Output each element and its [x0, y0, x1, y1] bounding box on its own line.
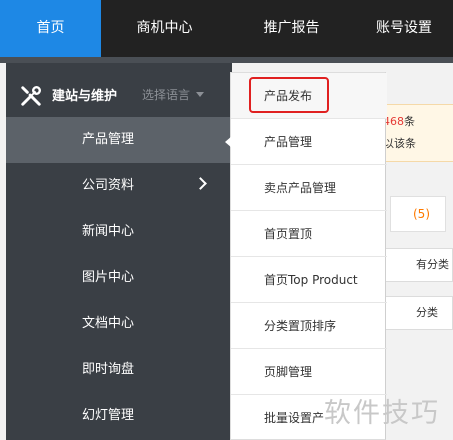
sidebar-item-news-center[interactable]: 新闻中心 — [6, 209, 232, 255]
sidebar-item-document-center[interactable]: 文档中心 — [6, 301, 232, 347]
nav-tab-promotion-report[interactable]: 推广报告 — [228, 0, 355, 57]
nav-tab-account-settings[interactable]: 账号设置 — [355, 0, 453, 57]
top-navigation-bar: 首页 商机中心 推广报告 账号设置 — [0, 0, 453, 57]
language-select[interactable]: 选择语言 — [142, 86, 190, 103]
sidebar-item-label: 幻灯管理 — [82, 408, 135, 423]
submenu-item-selling-point-products[interactable]: 卖点产品管理 — [231, 165, 387, 211]
sidebar-item-label: 即时询盘 — [82, 362, 135, 377]
submenu-item-homepage-pin[interactable]: 首页置顶 — [231, 211, 387, 257]
highlight-annotation-box — [249, 77, 329, 113]
wrench-screwdriver-icon — [21, 86, 41, 106]
submenu-item-homepage-top-product[interactable]: 首页Top Product — [231, 257, 387, 303]
sidebar-item-product-management[interactable]: 产品管理 — [6, 117, 232, 163]
submenu-item-label: 产品管理 — [264, 135, 313, 149]
sidebar-item-label: 产品管理 — [82, 132, 135, 147]
submenu-item-label: 首页Top Product — [264, 273, 358, 287]
sidebar-item-label: 文档中心 — [82, 316, 135, 331]
submenu-item-label: 分类置顶排序 — [264, 319, 337, 333]
submenu-pointer-arrow — [225, 136, 232, 148]
product-submenu: 产品发布 产品管理 卖点产品管理 首页置顶 首页Top Product 分类置顶… — [230, 72, 387, 440]
chevron-right-icon — [194, 177, 207, 190]
submenu-item-category-pin-order[interactable]: 分类置顶排序 — [231, 303, 387, 349]
sidebar-item-instant-inquiry[interactable]: 即时询盘 — [6, 347, 232, 393]
sidebar-item-label: 新闻中心 — [82, 224, 135, 239]
submenu-item-label: 页脚管理 — [264, 365, 313, 379]
sidebar-header: 建站与维护 选择语言 — [6, 73, 232, 117]
notice-text-suffix: 条 — [404, 115, 415, 128]
submenu-item-label: 首页置顶 — [264, 227, 313, 241]
caret-down-icon[interactable] — [196, 92, 204, 97]
nav-tab-home[interactable]: 首页 — [0, 0, 101, 57]
content-tab[interactable]: (5) — [390, 196, 446, 232]
sidebar: 建站与维护 选择语言 产品管理 公司资料 新闻中心 图片中心 文档中心 即时询盘… — [6, 63, 232, 440]
category-column-header: 分类 — [385, 296, 453, 330]
watermark: 软件技巧 — [318, 387, 453, 431]
sidebar-item-image-center[interactable]: 图片中心 — [6, 255, 232, 301]
sidebar-item-company-info[interactable]: 公司资料 — [6, 163, 232, 209]
category-filter-select[interactable]: 有分类 — [385, 248, 453, 282]
sidebar-item-label: 公司资料 — [82, 178, 135, 193]
submenu-item-product-management[interactable]: 产品管理 — [231, 119, 387, 165]
sidebar-item-slideshow-management[interactable]: 幻灯管理 — [6, 393, 232, 439]
sidebar-item-label: 图片中心 — [82, 270, 135, 285]
sidebar-title: 建站与维护 — [52, 89, 118, 104]
submenu-item-label: 卖点产品管理 — [264, 181, 337, 195]
watermark-text: 软件技巧 — [324, 398, 440, 429]
nav-tab-business-center[interactable]: 商机中心 — [101, 0, 228, 57]
submenu-item-label: 批量设置产 — [264, 411, 325, 425]
